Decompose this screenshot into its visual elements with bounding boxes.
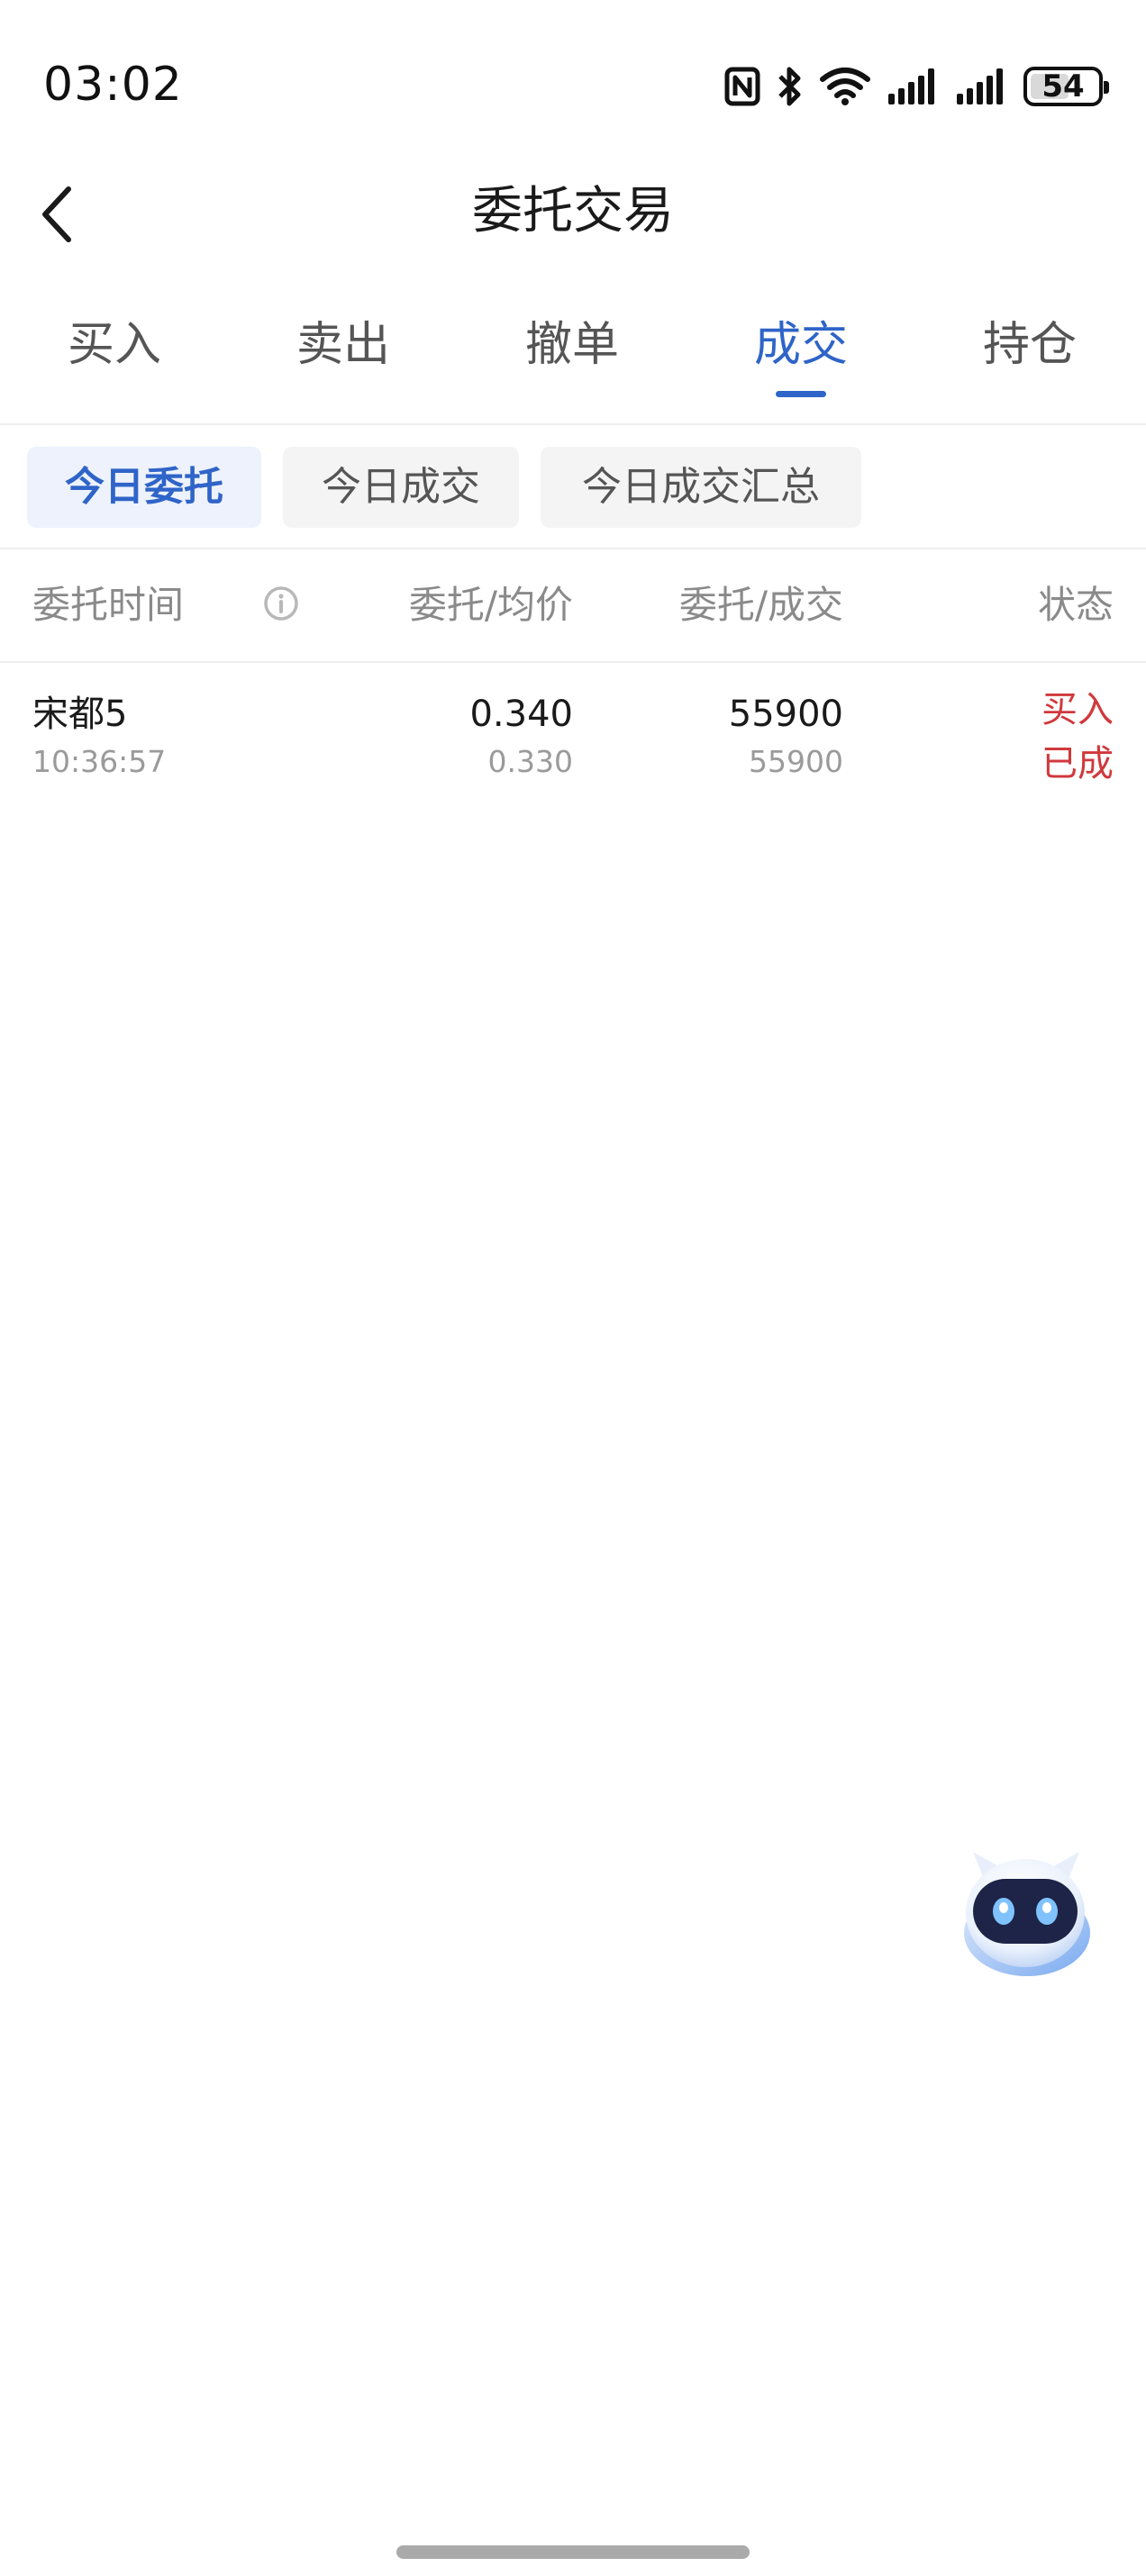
page-title: 委托交易 <box>472 182 674 240</box>
tab-deals-label: 成交 <box>753 318 848 372</box>
column-header-status: 状态 <box>1037 583 1114 627</box>
info-icon[interactable] <box>263 585 299 621</box>
tab-sell[interactable]: 卖出 <box>271 313 415 376</box>
tab-cancel[interactable]: 撤单 <box>500 313 644 376</box>
table-row[interactable]: 宋都5 10:36:57 0.340 0.330 55900 55900 买入 … <box>0 663 1146 798</box>
sub-tabs: 今日委托 今日成交 今日成交汇总 <box>0 425 1146 549</box>
subtab-today-orders[interactable]: 今日委托 <box>27 447 261 528</box>
bluetooth-icon <box>778 67 801 106</box>
filled-quantity: 55900 <box>749 744 843 779</box>
tab-positions[interactable]: 持仓 <box>958 313 1102 376</box>
order-status: 已成 <box>1041 743 1114 785</box>
tab-deals[interactable]: 成交 <box>729 313 873 376</box>
signal-icon <box>957 68 1003 104</box>
app-header: 委托交易 <box>0 171 1146 252</box>
table-header: 委托时间 委托/均价 委托/成交 状态 <box>0 549 1146 663</box>
column-header-order-filled: 委托/成交 <box>678 583 843 627</box>
avg-price: 0.330 <box>487 744 573 779</box>
battery-percent: 54 <box>1041 68 1085 104</box>
subtab-today-deals-summary[interactable]: 今日成交汇总 <box>541 447 861 528</box>
status-time: 03:02 <box>43 58 183 112</box>
status-icons: 54 <box>724 63 1109 110</box>
status-bar: 03:02 54 <box>0 0 1146 171</box>
home-indicator <box>396 2545 750 2559</box>
nfc-icon <box>724 67 760 106</box>
tab-buy[interactable]: 买入 <box>42 313 186 376</box>
robot-assistant-button[interactable] <box>953 1827 1097 1980</box>
order-time: 10:36:57 <box>32 744 167 779</box>
order-price: 0.340 <box>469 694 573 735</box>
active-tab-indicator <box>776 391 826 397</box>
order-direction: 买入 <box>1041 689 1114 730</box>
stock-name: 宋都5 <box>32 694 128 735</box>
column-header-order-avg-price: 委托/均价 <box>408 583 573 627</box>
robot-assistant-icon <box>964 1852 1090 1976</box>
main-tabs: 买入 卖出 撤单 成交 持仓 <box>0 297 1146 425</box>
wifi-icon <box>820 68 870 105</box>
signal-icon <box>888 68 934 104</box>
subtab-today-deals[interactable]: 今日成交 <box>283 447 519 528</box>
column-header-order-time: 委托时间 <box>32 583 185 627</box>
order-quantity: 55900 <box>728 694 843 735</box>
battery-icon: 54 <box>1023 67 1109 106</box>
